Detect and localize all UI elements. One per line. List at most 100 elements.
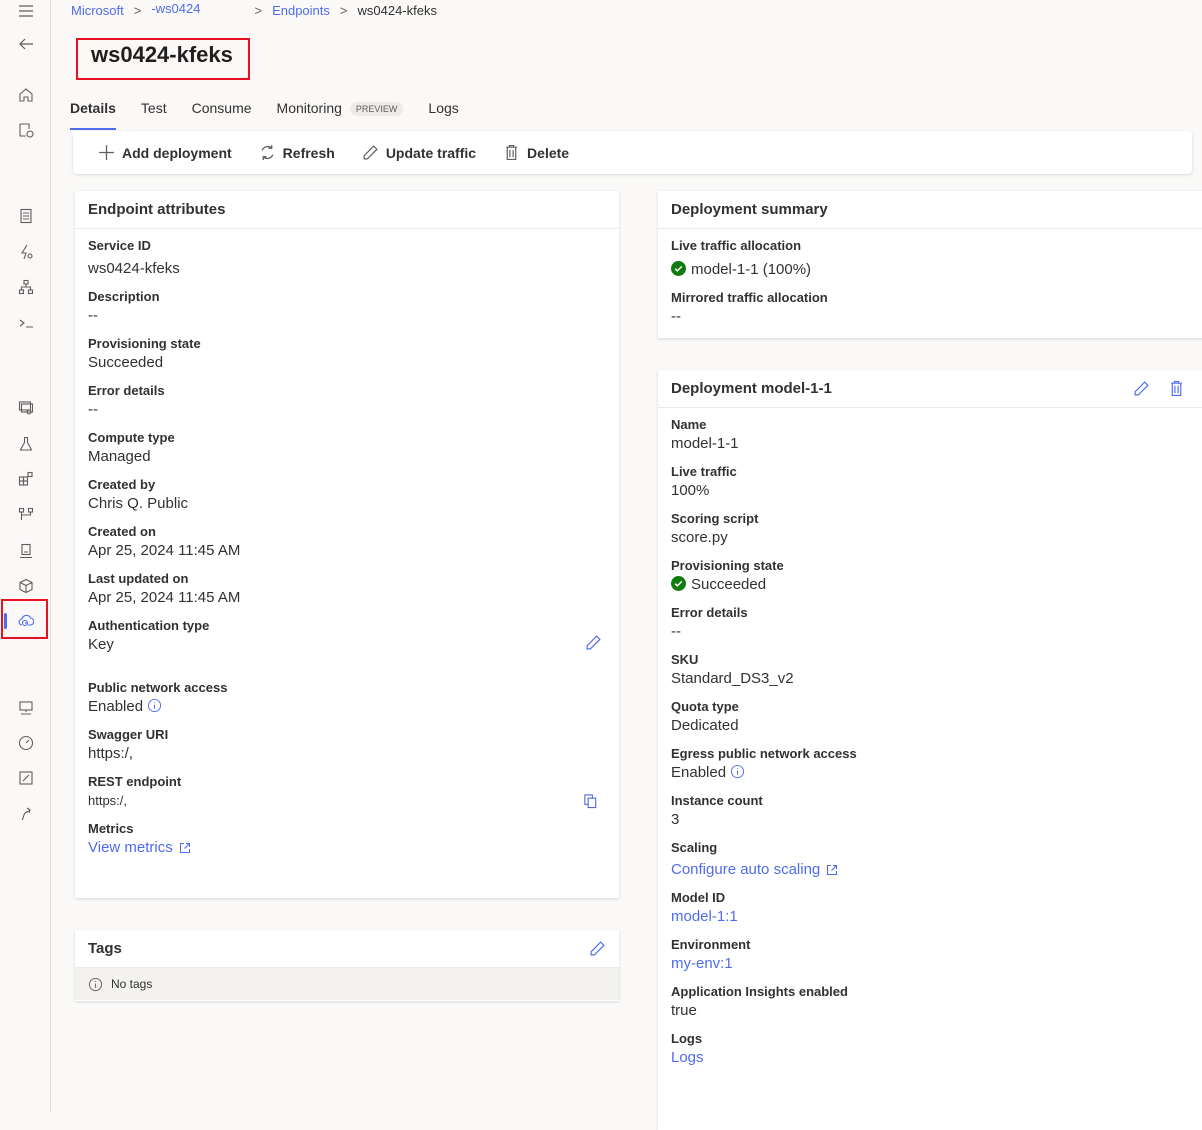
edit-authentication-icon[interactable] [585,634,602,651]
link-text: Configure auto scaling [671,861,821,878]
service-id-field: Service ID ws0424-kfeks [88,237,606,279]
field-value: 100% [671,482,710,499]
field-value-wrap: Succeeded [671,575,1202,595]
field-value[interactable]: https:/, [88,744,606,764]
tab-test[interactable]: Test [141,100,167,122]
edit-tags-icon[interactable] [589,940,606,957]
breadcrumb-separator: > [339,3,348,18]
deployment-summary-card: Deployment summary Live traffic allocati… [658,191,1202,338]
environments-icon[interactable] [0,536,51,566]
rest-endpoint-field: REST endpoint https:/, [88,773,606,811]
pipelines-icon[interactable] [0,500,51,530]
mirrored-traffic-allocation-field: Mirrored traffic allocation -- [671,289,1202,327]
delete-deployment-icon[interactable] [1168,380,1185,397]
breadcrumb-separator: > [133,3,142,18]
prompt-flow-icon[interactable] [0,308,51,338]
button-label: Update traffic [385,144,477,161]
home-icon[interactable] [0,80,51,110]
field-label: Quota type [671,699,739,714]
tags-header: Tags [75,930,619,968]
monitoring-icon[interactable] [0,728,51,758]
tab-label: Monitoring [276,100,342,116]
info-icon[interactable] [147,698,162,713]
data-icon[interactable] [0,393,51,423]
link-text: View metrics [88,839,173,856]
deployment-provisioning-state-field: Provisioning state Succeeded [671,557,1202,595]
notebooks-icon[interactable] [0,201,51,231]
environment-link[interactable]: my-env:1 [671,955,733,972]
back-icon[interactable] [0,29,51,59]
field-label: Live traffic [671,464,737,479]
jobs-icon[interactable] [0,429,51,459]
scaling-field: Scaling Configure auto scaling [671,839,1202,880]
tab-consume[interactable]: Consume [192,100,252,122]
components-icon[interactable] [0,464,51,494]
linked-services-icon[interactable] [0,799,51,829]
deployment-header: Deployment model-1-1 [658,370,1202,408]
field-label: Instance count [671,793,763,808]
menu-icon[interactable] [0,0,51,26]
field-value: Apr 25, 2024 11:45 AM [88,542,241,559]
breadcrumb-workspace[interactable]: -ws0424 [151,1,200,16]
compute-type-field: Compute type Managed [88,429,606,467]
card-title: Endpoint attributes [75,191,619,229]
field-label: Egress public network access [671,746,857,761]
field-label: Scoring script [671,511,759,526]
field-label: Application Insights enabled [671,984,848,999]
error-details-field: Error details -- [88,382,606,420]
logs-link[interactable]: Logs [671,1049,704,1066]
model-id-link[interactable]: model-1:1 [671,908,738,925]
external-link-icon [827,864,838,876]
data-labeling-icon[interactable] [0,763,51,793]
tab-details[interactable]: Details [70,100,116,130]
tags-card: Tags No tags [75,930,619,1001]
swagger-uri-field: Swagger URI https:/, [88,726,606,764]
automated-ml-icon[interactable] [0,237,51,267]
deployment-detail-card: Deployment model-1-1 Name model-1-1 Live… [658,370,1202,1130]
field-label: Public network access [88,680,228,695]
external-link-icon [179,842,190,854]
field-label: Provisioning state [671,558,784,573]
field-label: Last updated on [88,571,189,586]
field-value: Succeeded [691,576,767,593]
tab-monitoring[interactable]: Monitoring PREVIEW [277,100,404,122]
info-icon[interactable] [730,764,745,779]
refresh-icon [261,145,274,160]
compute-icon[interactable] [0,693,51,723]
field-label: Scaling [671,840,718,855]
model-catalog-icon[interactable] [0,115,51,145]
configure-auto-scaling-link[interactable]: Configure auto scaling [671,861,838,878]
field-value: Succeeded [88,354,164,371]
models-icon[interactable] [0,571,51,601]
field-value: true [671,1002,697,1019]
field-value-wrap: Enabled [671,763,1202,783]
designer-icon[interactable] [0,272,51,302]
field-value: -- [671,308,681,325]
refresh-button[interactable]: Refresh [259,144,335,161]
egress-public-network-access-field: Egress public network access Enabled [671,745,1202,783]
field-value: Enabled [671,764,727,781]
sku-field: SKU Standard_DS3_v2 [671,651,1202,689]
copy-icon[interactable] [583,793,598,809]
live-traffic-allocation-field: Live traffic allocation model-1-1 (100%) [671,237,1202,280]
delete-button[interactable]: Delete [503,144,569,161]
breadcrumb-workspace-root[interactable]: Microsoft [71,3,124,18]
edit-deployment-icon[interactable] [1133,380,1150,397]
info-icon [88,977,103,991]
field-value: model-1-1 [671,435,739,452]
created-by-field: Created by Chris Q. Public [88,476,606,514]
environment-field: Environment my-env:1 [671,936,1202,974]
field-value: ws0424-kfeks [88,260,180,277]
endpoints-icon[interactable] [0,606,51,636]
tab-logs[interactable]: Logs [428,100,458,122]
no-tags-message: No tags [75,968,619,1000]
update-traffic-button[interactable]: Update traffic [362,144,476,161]
breadcrumb-endpoints[interactable]: Endpoints [272,3,330,18]
tab-label: Consume [191,100,252,116]
add-deployment-button[interactable]: Add deployment [98,144,232,161]
endpoint-attributes-card: Endpoint attributes Service ID ws0424-kf… [75,191,619,898]
field-label: Mirrored traffic allocation [671,290,828,305]
breadcrumb: Microsoft > -ws0424 > Endpoints > ws0424… [71,1,437,18]
view-metrics-link[interactable]: View metrics [88,839,191,856]
field-label: Swagger URI [88,727,169,742]
